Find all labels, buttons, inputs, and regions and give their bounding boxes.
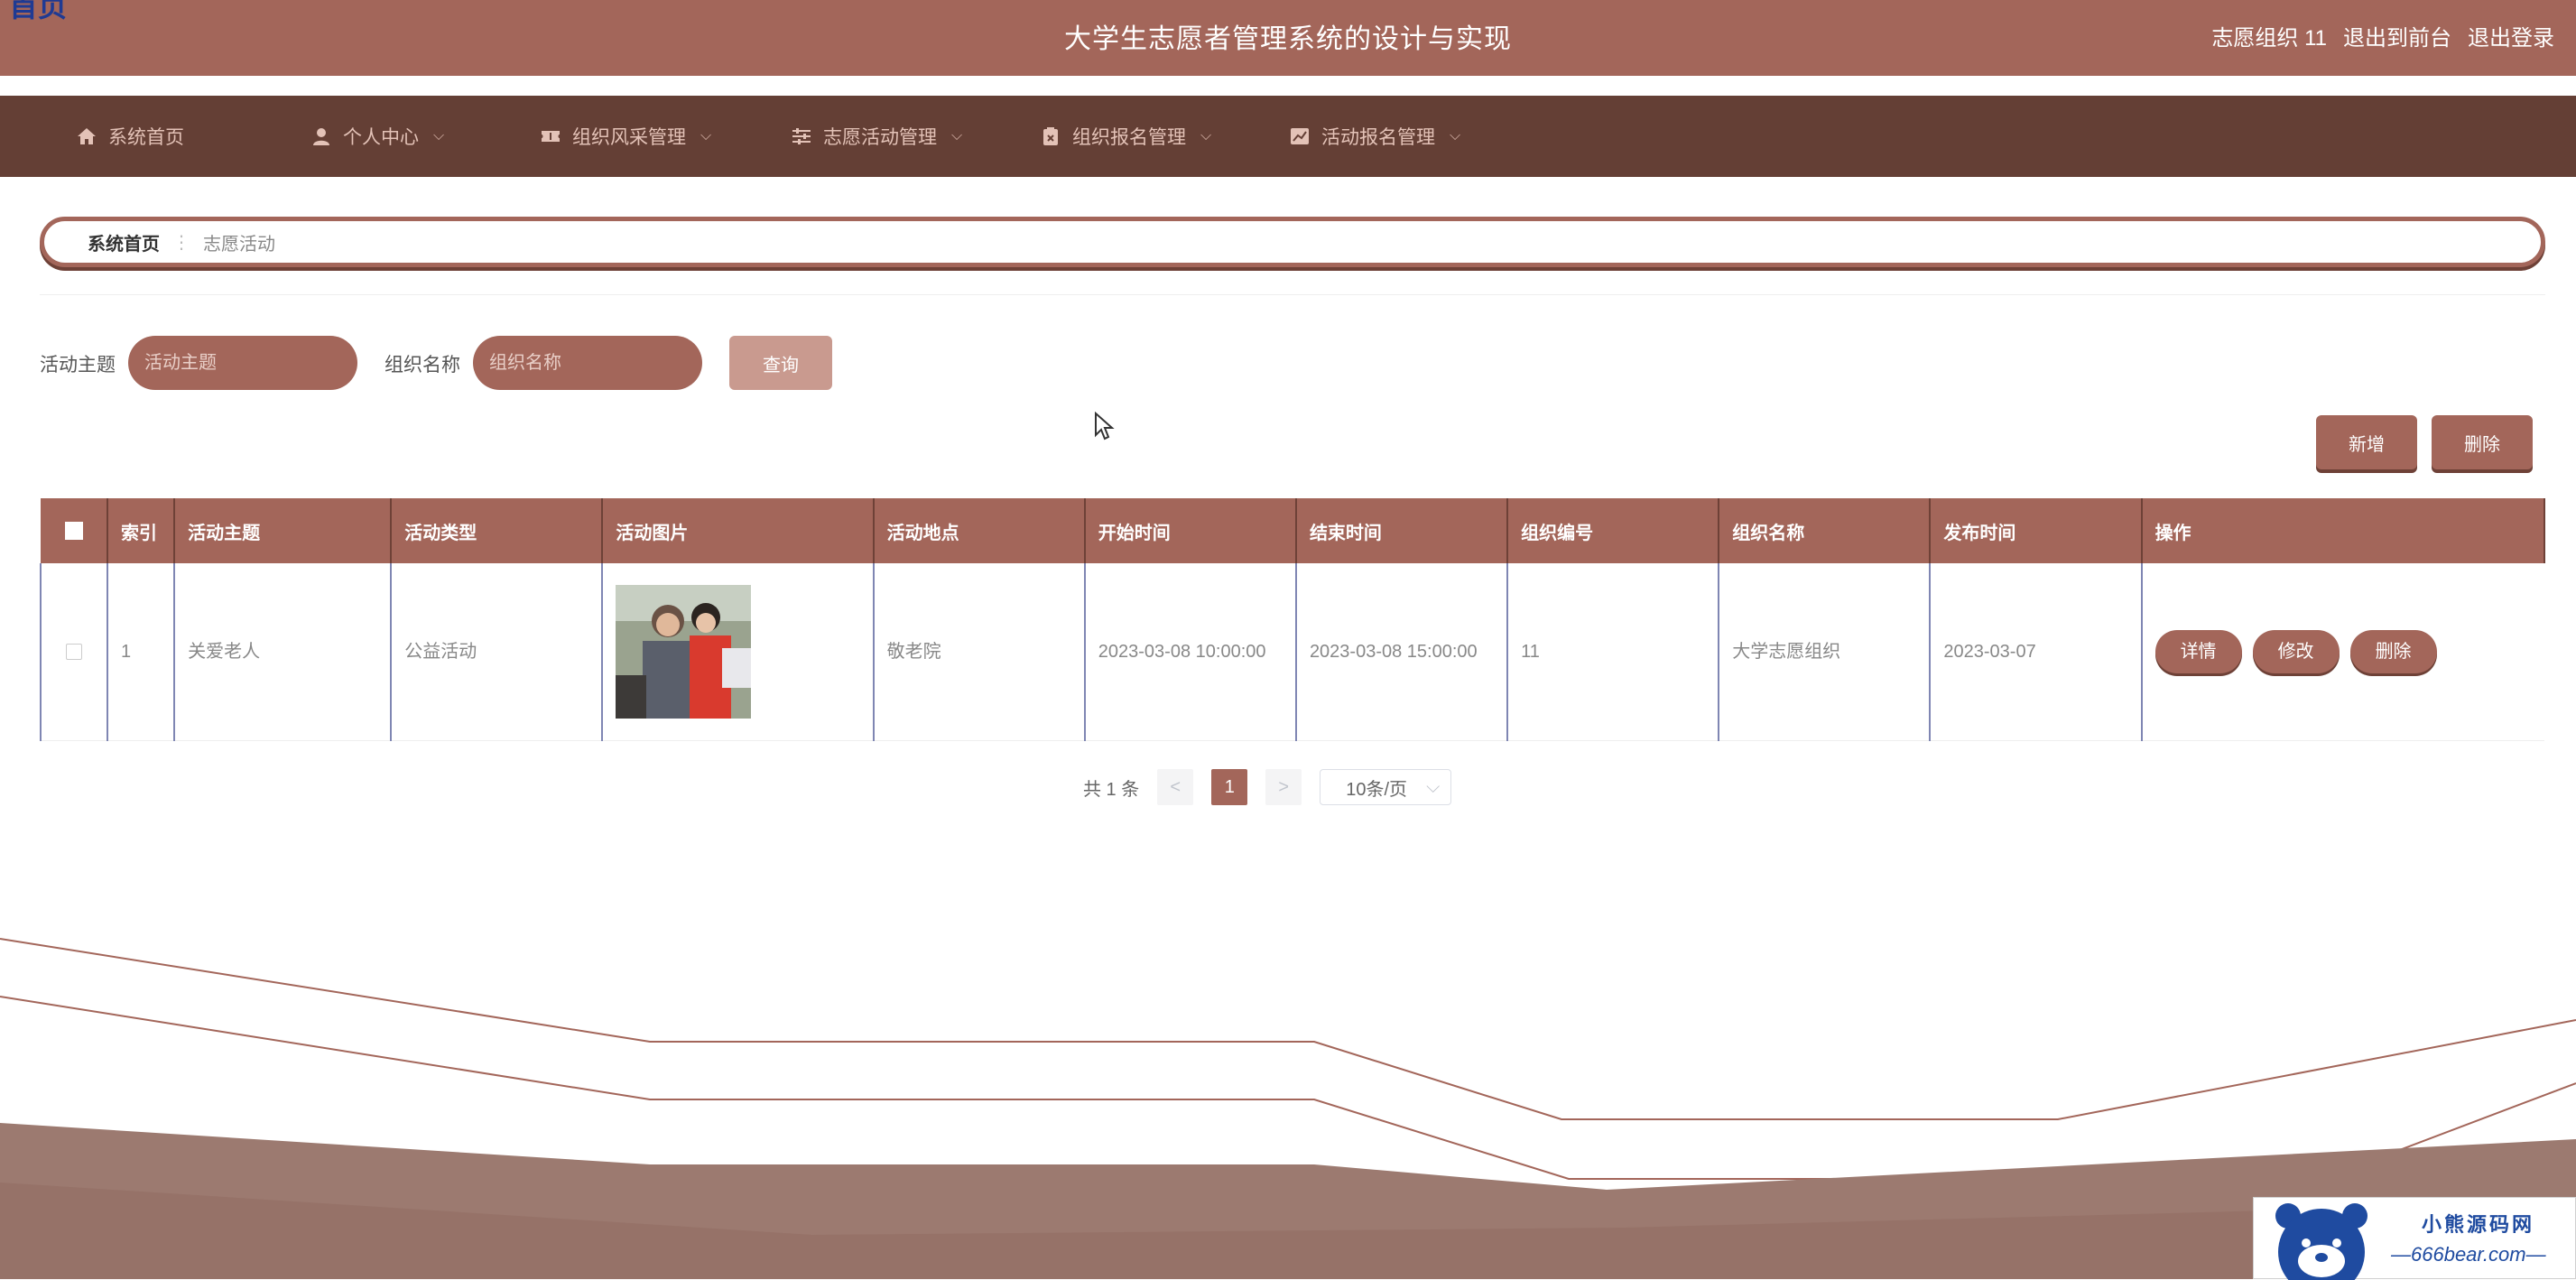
cell-publish-time: 2023-03-07 — [1929, 563, 2142, 741]
user-icon — [313, 128, 329, 145]
activity-table: 索引 活动主题 活动类型 活动图片 活动地点 开始时间 结束时间 组织编号 组织… — [39, 498, 2546, 741]
column-header: 操作 — [2141, 498, 2546, 563]
page-number[interactable]: 1 — [1211, 769, 1248, 805]
chevron-down-icon: ⌵ — [1450, 128, 1461, 144]
row-checkbox[interactable] — [66, 644, 83, 661]
row-select-cell[interactable] — [39, 563, 108, 741]
nav-item-org-style[interactable]: 组织风采管理 ⌵ — [540, 96, 711, 177]
table-header-row: 索引 活动主题 活动类型 活动图片 活动地点 开始时间 结束时间 组织编号 组织… — [41, 498, 2546, 563]
nav-item-label: 个人中心 — [343, 127, 419, 148]
cell-image — [601, 563, 874, 741]
next-page-button[interactable]: > — [1265, 769, 1302, 805]
breadcrumb-separator: ⋮ — [172, 232, 190, 253]
nav-item-label: 活动报名管理 — [1321, 127, 1435, 148]
page-size-value: 10条/页 — [1346, 779, 1408, 800]
nav-item-label: 系统首页 — [108, 127, 184, 148]
theme-label: 活动主题 — [40, 355, 116, 376]
main-nav: 系统首页 个人中心 ⌵ 组织风采管理 ⌵ 志愿活动管理 ⌵ 组织报名管理 ⌵ 活… — [0, 96, 2576, 177]
chevron-down-icon: ⌵ — [1200, 128, 1212, 144]
mouse-cursor-icon — [1095, 412, 1115, 441]
theme-search-input[interactable] — [128, 336, 357, 390]
column-header: 活动类型 — [391, 498, 604, 563]
back-to-front-link[interactable]: 退出到前台 — [2343, 20, 2451, 51]
add-button[interactable]: 新增 — [2316, 415, 2417, 469]
cell-org-no: 11 — [1506, 563, 1719, 741]
select-all-cell[interactable] — [41, 498, 109, 563]
clipboard-icon — [1043, 127, 1058, 145]
header-user-menu: 志愿组织 11 退出到前台 退出登录 — [2211, 20, 2554, 51]
nav-item-label: 志愿活动管理 — [823, 127, 937, 148]
breadcrumb-home[interactable]: 系统首页 — [88, 229, 160, 255]
delete-selected-button[interactable]: 删除 — [2432, 415, 2533, 469]
watermark-subtitle: —666bear.com— — [2391, 1243, 2546, 1266]
decorative-wave-background — [0, 938, 2576, 1279]
cell-start-time: 2023-03-08 10:00:00 — [1083, 563, 1296, 741]
column-header: 活动地点 — [873, 498, 1086, 563]
row-delete-button[interactable]: 删除 — [2349, 629, 2437, 673]
query-button[interactable]: 查询 — [729, 336, 832, 390]
nav-item-label: 组织报名管理 — [1072, 127, 1186, 148]
sliders-icon — [792, 128, 811, 144]
column-header: 发布时间 — [1930, 498, 2143, 563]
column-header: 结束时间 — [1295, 498, 1509, 563]
app-title: 大学生志愿者管理系统的设计与实现 — [1064, 24, 1512, 54]
pagination: 共 1 条 < 1 > 10条/页 ⌵ — [1083, 769, 1452, 805]
column-header: 活动图片 — [602, 498, 875, 563]
nav-item-personal[interactable]: 个人中心 ⌵ — [310, 96, 444, 177]
chevron-down-icon: ⌵ — [433, 128, 445, 144]
activity-photo — [616, 584, 752, 719]
watermark-title: 小熊源码网 — [2422, 1213, 2535, 1236]
cell-org-name: 大学志愿组织 — [1718, 563, 1931, 741]
nav-item-activity[interactable]: 志愿活动管理 ⌵ — [791, 96, 962, 177]
cell-location: 敬老院 — [872, 563, 1085, 741]
cell-actions: 详情 修改 删除 — [2140, 563, 2544, 741]
cell-index: 1 — [107, 563, 175, 741]
cell-end-time: 2023-03-08 15:00:00 — [1294, 563, 1508, 741]
column-header: 组织编号 — [1507, 498, 1720, 563]
home-icon — [78, 128, 96, 144]
chevron-down-icon: ⌵ — [951, 128, 963, 144]
column-header: 活动主题 — [174, 498, 393, 563]
nav-item-org-signup[interactable]: 组织报名管理 ⌵ — [1040, 96, 1211, 177]
divider — [40, 294, 2545, 295]
top-header: 首页 大学生志愿者管理系统的设计与实现 志愿组织 11 退出到前台 退出登录 — [0, 0, 2576, 76]
chevron-down-icon: ⌵ — [700, 128, 712, 144]
nav-item-activity-signup[interactable]: 活动报名管理 ⌵ — [1289, 96, 1460, 177]
nav-item-home[interactable]: 系统首页 — [76, 96, 184, 177]
breadcrumb: 系统首页 ⋮ 志愿活动 — [40, 217, 2545, 267]
page-size-select[interactable]: 10条/页 ⌵ — [1320, 769, 1452, 805]
chevron-down-icon: ⌵ — [1426, 776, 1441, 797]
chart-icon — [1291, 128, 1309, 144]
nav-item-label: 组织风采管理 — [572, 127, 686, 148]
column-header: 开始时间 — [1084, 498, 1297, 563]
edit-button[interactable]: 修改 — [2252, 629, 2340, 673]
detail-button[interactable]: 详情 — [2154, 629, 2242, 673]
logout-link[interactable]: 退出登录 — [2468, 20, 2554, 51]
bear-logo-icon — [2275, 1203, 2368, 1280]
org-label: 组织名称 — [385, 355, 460, 376]
cell-theme: 关爱老人 — [173, 563, 392, 741]
org-search-input[interactable] — [473, 336, 702, 390]
total-count: 共 1 条 — [1083, 779, 1140, 800]
watermark-logo: 小熊源码网 —666bear.com— — [2253, 1197, 2576, 1280]
cell-type: 公益活动 — [390, 563, 603, 741]
current-user-label: 志愿组织 11 — [2211, 26, 2327, 51]
ticket-icon — [542, 131, 560, 142]
table-row: 1 关爱老人 公益活动 敬老院 2023-03-08 10:00:00 2023… — [39, 563, 2544, 741]
breadcrumb-current: 志愿活动 — [203, 234, 275, 255]
column-header: 组织名称 — [1719, 498, 1932, 563]
prev-page-button[interactable]: < — [1157, 769, 1194, 805]
column-header: 索引 — [107, 498, 176, 563]
select-all-checkbox[interactable] — [64, 522, 83, 541]
